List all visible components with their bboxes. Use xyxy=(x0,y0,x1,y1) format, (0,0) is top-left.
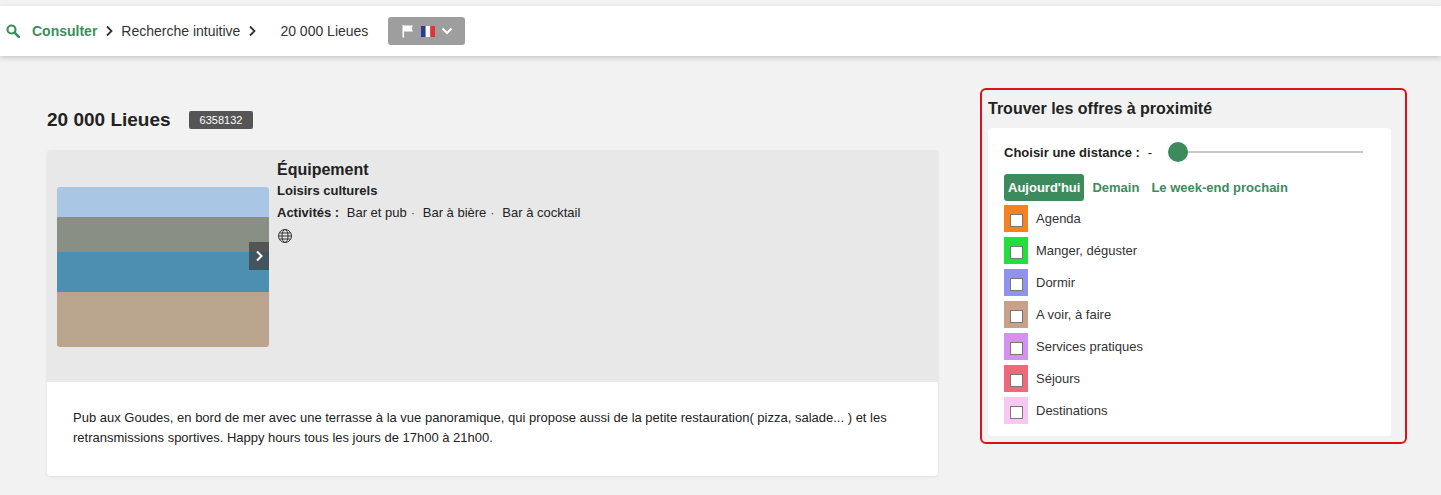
category-row[interactable]: Services pratiques xyxy=(1004,333,1375,360)
category-checkbox[interactable] xyxy=(1010,342,1023,355)
flag-icon xyxy=(401,24,415,38)
activities-label: Activités : xyxy=(277,205,339,220)
category-checkbox[interactable] xyxy=(1010,278,1023,291)
offer-category: Équipement xyxy=(277,160,580,180)
category-row[interactable]: Destinations xyxy=(1004,397,1375,424)
offer-activities: Activités : Bar et pub· Bar à bière· Bar… xyxy=(277,204,580,222)
category-row[interactable]: Agenda xyxy=(1004,205,1375,232)
breadcrumb-item: Recherche intuitive xyxy=(121,23,240,39)
category-row[interactable]: A voir, à faire xyxy=(1004,301,1375,328)
category-checkbox[interactable] xyxy=(1010,406,1023,419)
activity: Bar à bière xyxy=(423,205,487,220)
activity-separator: · xyxy=(411,205,415,220)
distance-row: Choisir une distance : - xyxy=(1004,142,1375,162)
category-color xyxy=(1004,301,1028,328)
content: 20 000 Lieues 6358132 Équipement Loisirs… xyxy=(0,56,1441,476)
period-tabs: Aujourd'huiDemainLe week-end prochain xyxy=(1004,174,1375,201)
offer-card: Équipement Loisirs culturels Activités :… xyxy=(47,150,938,476)
category-label: Dormir xyxy=(1036,275,1075,290)
category-color xyxy=(1004,333,1028,360)
offer-description: Pub aux Goudes, en bord de mer avec une … xyxy=(47,382,938,476)
offer-title: 20 000 Lieues xyxy=(47,109,171,131)
category-checkbox[interactable] xyxy=(1010,246,1023,259)
period-tab[interactable]: Aujourd'hui xyxy=(1004,174,1084,201)
category-row[interactable]: Dormir xyxy=(1004,269,1375,296)
activity: Bar et pub xyxy=(347,205,407,220)
offer-info: Équipement Loisirs culturels Activités :… xyxy=(277,160,580,347)
language-button[interactable] xyxy=(388,17,465,45)
category-list: Agenda Manger, déguster Dormir A voir, à… xyxy=(1004,205,1375,424)
nearby-card: Choisir une distance : - Aujourd'huiDema… xyxy=(988,128,1391,436)
category-row[interactable]: Séjours xyxy=(1004,365,1375,392)
breadcrumb-item[interactable]: Consulter xyxy=(32,23,97,39)
offer-section: 20 000 Lieues 6358132 Équipement Loisirs… xyxy=(47,88,938,476)
offer-id-badge: 6358132 xyxy=(189,111,254,129)
french-flag-icon xyxy=(421,26,435,37)
breadcrumb-item: 20 000 Lieues xyxy=(280,23,368,39)
activity: Bar à cocktail xyxy=(502,205,580,220)
activity-separator: · xyxy=(490,205,494,220)
distance-slider[interactable] xyxy=(1168,142,1363,162)
offer-summary: Équipement Loisirs culturels Activités :… xyxy=(47,150,938,382)
chevron-right-icon xyxy=(105,25,113,37)
distance-reading: - xyxy=(1148,145,1152,160)
offer-photo xyxy=(57,187,269,347)
globe-icon xyxy=(277,228,293,244)
top-bar: Consulter Recherche intuitive 20 000 Lie… xyxy=(0,6,1441,56)
category-color xyxy=(1004,269,1028,296)
category-label: Séjours xyxy=(1036,371,1080,386)
description-text: Pub aux Goudes, en bord de mer avec une … xyxy=(73,408,912,448)
slider-knob[interactable] xyxy=(1168,142,1188,162)
nearby-title: Trouver les offres à proximité xyxy=(988,100,1391,118)
period-tab[interactable]: Demain xyxy=(1088,174,1143,201)
category-checkbox[interactable] xyxy=(1010,214,1023,227)
category-checkbox[interactable] xyxy=(1010,310,1023,323)
category-label: Agenda xyxy=(1036,211,1081,226)
chevron-right-icon xyxy=(255,250,263,262)
category-label: Destinations xyxy=(1036,403,1108,418)
category-checkbox[interactable] xyxy=(1010,374,1023,387)
period-tab[interactable]: Le week-end prochain xyxy=(1147,174,1292,201)
category-color xyxy=(1004,365,1028,392)
category-color xyxy=(1004,237,1028,264)
category-color xyxy=(1004,205,1028,232)
offer-title-row: 20 000 Lieues 6358132 xyxy=(47,94,938,146)
category-label: Manger, déguster xyxy=(1036,243,1137,258)
nearby-panel: Trouver les offres à proximité Choisir u… xyxy=(980,88,1407,444)
search-icon[interactable] xyxy=(6,24,20,38)
distance-label: Choisir une distance : xyxy=(1004,145,1140,160)
chevron-right-icon xyxy=(248,25,256,37)
page: Consulter Recherche intuitive 20 000 Lie… xyxy=(0,0,1441,495)
category-color xyxy=(1004,397,1028,424)
offer-subcategory: Loisirs culturels xyxy=(277,182,580,200)
category-label: A voir, à faire xyxy=(1036,307,1111,322)
category-label: Services pratiques xyxy=(1036,339,1143,354)
next-photo-button[interactable] xyxy=(249,242,269,270)
chevron-down-icon xyxy=(441,27,453,35)
category-row[interactable]: Manger, déguster xyxy=(1004,237,1375,264)
